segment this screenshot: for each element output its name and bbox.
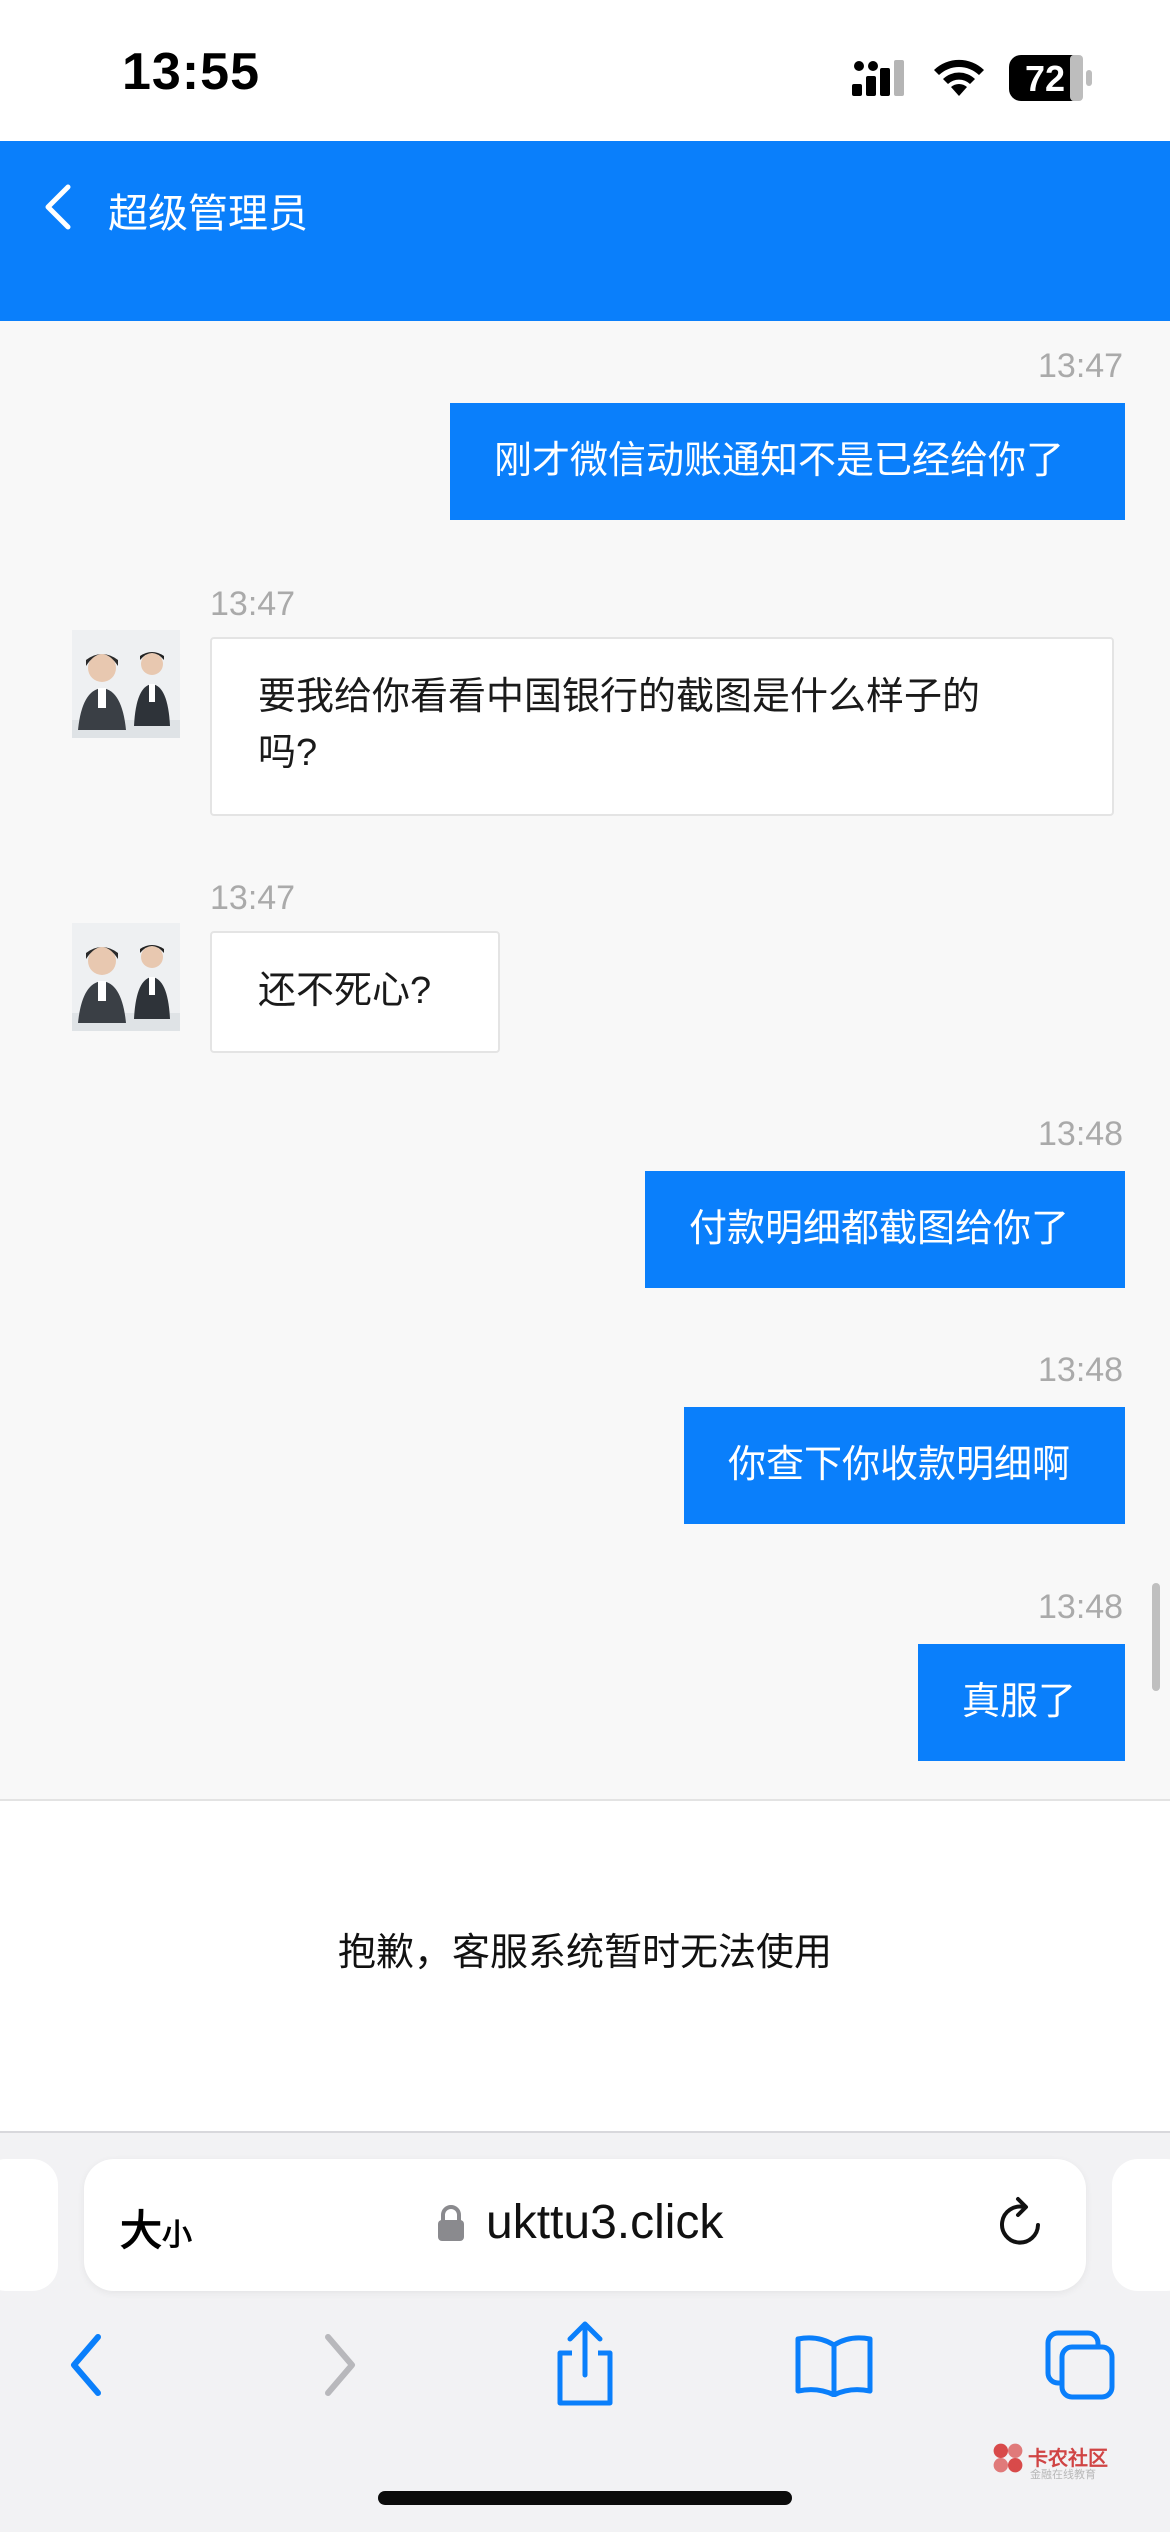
watermark-logo (993, 2443, 1023, 2473)
message-timestamp: 13:47 (210, 585, 296, 623)
message-text-line: 吗? (258, 732, 318, 774)
wifi-icon (934, 59, 984, 96)
service-unavailable-notice: 抱歉，客服系统暂时无法使用 (337, 1932, 832, 1974)
customer-service-avatar-icon (72, 923, 180, 1031)
message-timestamp: 13:48 (1038, 1351, 1124, 1389)
text-size-small: 小 (162, 2219, 193, 2252)
status-bar: 13:55 72 (0, 0, 1170, 141)
notice-area: 抱歉，客服系统暂时无法使用 (0, 1801, 1170, 2131)
app-header: 超级管理员 (0, 141, 1170, 321)
outgoing-message-bubble: 刚才微信动账通知不是已经给你了 (450, 403, 1125, 520)
page-title: 超级管理员 (108, 192, 308, 236)
address-bar[interactable]: 大小 ukttu3.click (84, 2159, 1086, 2291)
bookmarks-icon[interactable] (794, 2333, 874, 2397)
share-icon[interactable] (550, 2319, 620, 2407)
text-size-button[interactable]: 大小 (120, 2197, 192, 2258)
watermark-subtitle: 金融在线教育 (1030, 2469, 1096, 2481)
url-text: ukttu3.click (486, 2196, 724, 2249)
message-timestamp: 13:48 (1038, 1588, 1124, 1626)
incoming-message-bubble: 要我给你看看中国银行的截图是什么样子的 吗? (210, 637, 1114, 816)
outgoing-message-bubble: 真服了 (918, 1644, 1125, 1761)
agent-avatar (72, 630, 180, 738)
chat-area[interactable]: 13:47 刚才微信动账通知不是已经给你了 13:47 要我给你看看中国银行的截… (0, 321, 1170, 1799)
lock-icon (438, 2205, 464, 2241)
message-text-line: 要我给你看看中国银行的截图是什么样子的 (258, 676, 981, 718)
browser-back-icon[interactable] (62, 2329, 110, 2401)
customer-service-avatar-icon (72, 630, 180, 738)
previous-tab-preview[interactable] (0, 2159, 58, 2291)
message-timestamp: 13:47 (210, 879, 296, 917)
battery-level: 72 (1024, 58, 1066, 99)
back-chevron-icon[interactable] (40, 181, 76, 233)
message-timestamp: 13:47 (1038, 347, 1124, 385)
outgoing-message-bubble: 你查下你收款明细啊 (684, 1407, 1125, 1524)
reload-icon[interactable] (994, 2195, 1050, 2255)
browser-forward-icon[interactable] (316, 2329, 364, 2401)
message-timestamp: 13:48 (1038, 1115, 1124, 1153)
incoming-message-bubble: 还不死心? (210, 931, 500, 1053)
next-tab-preview[interactable] (1112, 2159, 1170, 2291)
signal-icon (852, 60, 904, 96)
agent-avatar (72, 923, 180, 1031)
home-indicator (378, 2491, 792, 2505)
outgoing-message-bubble: 付款明细都截图给你了 (645, 1171, 1125, 1288)
status-time: 13:55 (122, 43, 260, 101)
text-size-big: 大 (120, 2207, 163, 2254)
scrollbar[interactable] (1152, 1583, 1160, 1691)
tabs-icon[interactable] (1044, 2329, 1116, 2401)
